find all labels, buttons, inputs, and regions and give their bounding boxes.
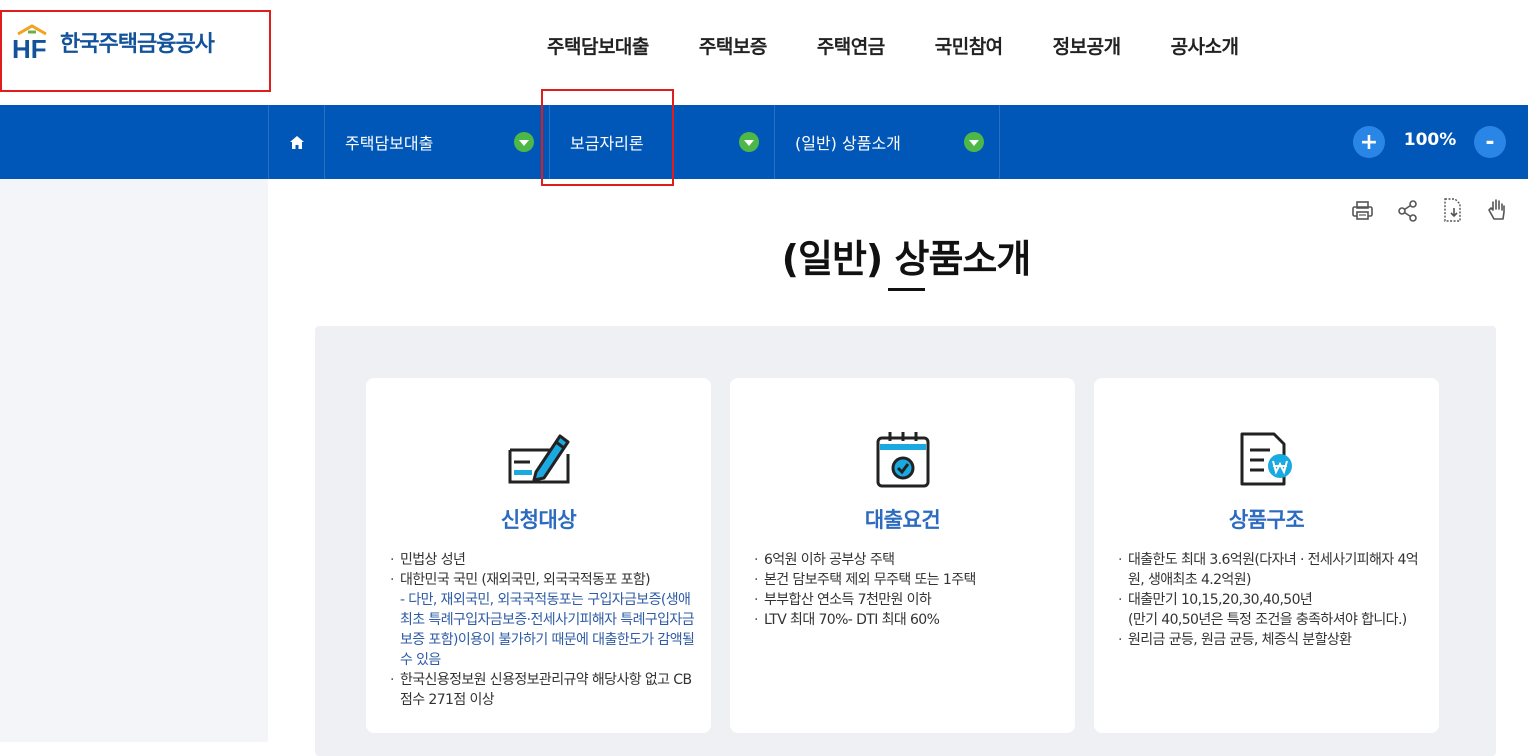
list-item: 대한민국 국민 (재외국민, 외국국적동포 포함) - 다만, 재외국민, 외국국… <box>390 570 697 670</box>
list-item-text: 대출한도 최대 3.6억원(다자녀 · 전세사기피해자 4억원, 생애최초 4.… <box>1128 552 1419 588</box>
nav-item-about[interactable]: 공사소개 <box>1146 32 1264 59</box>
list-item-note: - 다만, 재외국민, 외국국적동포는 구입자금보증(생애최초 특례구입자금보증… <box>400 592 695 668</box>
home-icon <box>289 135 304 149</box>
document-won-icon <box>1240 432 1292 486</box>
list-item-text: 원리금 균등, 원금 균등, 체증식 분할상환 <box>1128 632 1352 648</box>
share-icon[interactable] <box>1395 196 1420 224</box>
card-list: 6억원 이하 공부상 주택 본건 담보주택 제외 무주택 또는 1주택 부부합산… <box>754 550 1061 630</box>
breadcrumb-level2[interactable]: 보금자리론 <box>550 105 775 179</box>
card-list: 대출한도 최대 3.6억원(다자녀 · 전세사기피해자 4억원, 생애최초 4.… <box>1118 550 1425 650</box>
breadcrumb-level2-label: 보금자리론 <box>570 134 644 153</box>
list-item: 6억원 이하 공부상 주택 <box>754 550 1061 570</box>
chevron-down-icon <box>739 132 759 152</box>
breadcrumb: 주택담보대출 보금자리론 (일반) 상품소개 + 100% - <box>0 105 1528 179</box>
list-item: 원리금 균등, 원금 균등, 체증식 분할상환 <box>1118 630 1425 650</box>
nav-item-mortgage[interactable]: 주택담보대출 <box>522 32 674 59</box>
zoom-out-button[interactable]: - <box>1474 126 1506 158</box>
card-eligibility: 신청대상 민법상 성년 대한민국 국민 (재외국민, 외국국적동포 포함) - 다… <box>366 378 711 733</box>
card-structure: 상품구조 대출한도 최대 3.6억원(다자녀 · 전세사기피해자 4억원, 생애… <box>1094 378 1439 733</box>
nav-item-disclosure[interactable]: 정보공개 <box>1028 32 1146 59</box>
hand-icon[interactable] <box>1485 196 1510 224</box>
left-sidebar <box>0 179 268 742</box>
zoom-in-button[interactable]: + <box>1353 126 1385 158</box>
main-nav: 주택담보대출 주택보증 주택연금 국민참여 정보공개 공사소개 <box>522 32 1264 59</box>
chevron-down-icon <box>964 132 984 152</box>
site-header: HF 한국주택금융공사 주택담보대출 주택보증 주택연금 국민참여 정보공개 공… <box>0 0 1528 105</box>
list-item: 한국신용정보원 신용정보관리규약 해당사항 없고 CB점수 271점 이상 <box>390 670 697 710</box>
list-item-text: 한국신용정보원 신용정보관리규약 해당사항 없고 CB점수 271점 이상 <box>400 672 692 708</box>
card-title: 신청대상 <box>500 508 577 532</box>
list-item-text: 민법상 성년 <box>400 552 466 568</box>
title-underline <box>888 288 925 291</box>
list-item: LTV 최대 70%- DTI 최대 60% <box>754 610 1061 630</box>
zoom-level: 100% <box>1403 130 1457 150</box>
card-title: 대출요건 <box>864 508 941 532</box>
list-item-text: 대한민국 국민 (재외국민, 외국국적동포 포함) <box>400 572 651 588</box>
breadcrumb-level1-label: 주택담보대출 <box>345 134 434 153</box>
list-item: 민법상 성년 <box>390 550 697 570</box>
card-list: 민법상 성년 대한민국 국민 (재외국민, 외국국적동포 포함) - 다만, 재외… <box>390 550 697 710</box>
breadcrumb-level3-label: (일반) 상품소개 <box>795 134 901 153</box>
breadcrumb-level3[interactable]: (일반) 상품소개 <box>775 105 1000 179</box>
breadcrumb-level1[interactable]: 주택담보대출 <box>325 105 550 179</box>
breadcrumb-home[interactable] <box>268 105 325 179</box>
list-item-text: 6억원 이하 공부상 주택 <box>764 552 895 568</box>
nav-item-guarantee[interactable]: 주택보증 <box>674 32 792 59</box>
download-icon[interactable] <box>1440 196 1465 224</box>
chevron-down-icon <box>514 132 534 152</box>
list-item: 대출만기 10,15,20,30,40,50년 (만기 40,50년은 특정 조건… <box>1118 590 1425 630</box>
list-item: 본건 담보주택 제외 무주택 또는 1주택 <box>754 570 1061 590</box>
nav-item-participation[interactable]: 국민참여 <box>910 32 1028 59</box>
calendar-check-icon <box>876 432 929 488</box>
list-item-text: 대출만기 10,15,20,30,40,50년 <box>1128 592 1313 608</box>
list-item-sub: (만기 40,50년은 특정 조건을 충족하셔야 합니다.) <box>1128 612 1407 628</box>
print-icon[interactable] <box>1350 196 1375 224</box>
pen-form-icon <box>508 434 569 484</box>
list-item-text: 부부합산 연소득 7천만원 이하 <box>764 592 932 608</box>
list-item-text: 본건 담보주택 제외 무주택 또는 1주택 <box>764 572 976 588</box>
card-requirements: 대출요건 6억원 이하 공부상 주택 본건 담보주택 제외 무주택 또는 1주택… <box>730 378 1075 733</box>
list-item-text: LTV 최대 70%- DTI 최대 60% <box>764 612 940 628</box>
logo-highlight-box <box>0 10 271 92</box>
card-title: 상품구조 <box>1228 508 1305 532</box>
page-tools <box>1350 196 1510 224</box>
list-item: 부부합산 연소득 7천만원 이하 <box>754 590 1061 610</box>
list-item: 대출한도 최대 3.6억원(다자녀 · 전세사기피해자 4억원, 생애최초 4.… <box>1118 550 1425 590</box>
page-title: (일반) 상품소개 <box>781 237 1032 281</box>
nav-item-pension[interactable]: 주택연금 <box>792 32 910 59</box>
